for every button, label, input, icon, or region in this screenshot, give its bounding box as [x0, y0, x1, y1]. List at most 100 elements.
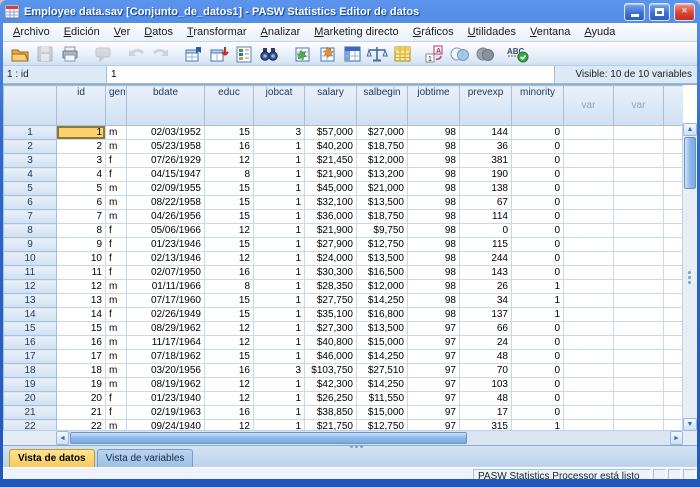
cell[interactable]: 1: [254, 224, 305, 238]
cell[interactable]: 0: [512, 392, 564, 406]
cell[interactable]: $21,900: [305, 168, 357, 182]
cell[interactable]: m: [106, 294, 127, 308]
toolbar-open-data-button[interactable]: [7, 43, 32, 64]
menu-marketing-directo[interactable]: Marketing directo: [307, 25, 405, 39]
cell[interactable]: 01/23/1940: [127, 392, 205, 406]
cell[interactable]: m: [106, 364, 127, 378]
cell[interactable]: $24,000: [305, 252, 357, 266]
cell[interactable]: $15,000: [357, 336, 408, 350]
cell[interactable]: 0: [512, 210, 564, 224]
row-header[interactable]: 8: [4, 224, 57, 238]
minimize-button[interactable]: [624, 3, 645, 21]
cell[interactable]: 0: [512, 196, 564, 210]
cell[interactable]: $13,200: [357, 168, 408, 182]
toolbar-find-button[interactable]: [256, 43, 281, 64]
cell[interactable]: 9: [57, 238, 106, 252]
cell[interactable]: 04/15/1947: [127, 168, 205, 182]
cell-empty-var[interactable]: [564, 336, 614, 350]
cell-empty-var[interactable]: [614, 322, 664, 336]
cell[interactable]: 97: [408, 322, 460, 336]
cell[interactable]: 16: [205, 266, 254, 280]
cell[interactable]: m: [106, 196, 127, 210]
cell[interactable]: f: [106, 266, 127, 280]
menu-analizar[interactable]: Analizar: [254, 25, 308, 39]
cell[interactable]: 07/18/1962: [127, 350, 205, 364]
cell[interactable]: 1: [254, 406, 305, 420]
cell[interactable]: 17: [57, 350, 106, 364]
cell[interactable]: 1: [512, 280, 564, 294]
scroll-down-button[interactable]: ▼: [683, 418, 697, 431]
cell[interactable]: 1: [254, 140, 305, 154]
cell-empty-var[interactable]: [614, 210, 664, 224]
row-header[interactable]: 11: [4, 266, 57, 280]
cell[interactable]: $40,200: [305, 140, 357, 154]
toolbar-value-labels-button[interactable]: 1A: [422, 43, 447, 64]
cell[interactable]: $27,900: [305, 238, 357, 252]
cell[interactable]: f: [106, 238, 127, 252]
cell[interactable]: $45,000: [305, 182, 357, 196]
cell[interactable]: 15: [205, 126, 254, 140]
cell[interactable]: 04/26/1956: [127, 210, 205, 224]
cell[interactable]: 97: [408, 378, 460, 392]
cell[interactable]: 12: [205, 154, 254, 168]
toolbar-select-cases-button[interactable]: [389, 43, 414, 64]
cell[interactable]: m: [106, 336, 127, 350]
cell[interactable]: f: [106, 154, 127, 168]
cell[interactable]: $46,000: [305, 350, 357, 364]
cell[interactable]: 0: [512, 238, 564, 252]
cell[interactable]: 1: [254, 350, 305, 364]
cell[interactable]: 98: [408, 168, 460, 182]
cell-empty-var[interactable]: [564, 308, 614, 322]
cell[interactable]: 03/20/1956: [127, 364, 205, 378]
cell-empty-var[interactable]: [564, 364, 614, 378]
column-header-id[interactable]: id: [57, 86, 106, 126]
menu-archivo[interactable]: Archivo: [6, 25, 57, 39]
cell[interactable]: 16: [205, 364, 254, 378]
cell[interactable]: 15: [205, 294, 254, 308]
cell[interactable]: 0: [512, 378, 564, 392]
cell[interactable]: $27,300: [305, 322, 357, 336]
cell[interactable]: f: [106, 308, 127, 322]
cell[interactable]: m: [106, 140, 127, 154]
cell[interactable]: 98: [408, 182, 460, 196]
cell[interactable]: $27,510: [357, 364, 408, 378]
cell[interactable]: $14,250: [357, 294, 408, 308]
cell-empty-var[interactable]: [564, 406, 614, 420]
cell-empty-var[interactable]: [614, 364, 664, 378]
cell[interactable]: 97: [408, 350, 460, 364]
cell[interactable]: 7: [57, 210, 106, 224]
cell[interactable]: 3: [57, 154, 106, 168]
cell[interactable]: $12,000: [357, 154, 408, 168]
cell[interactable]: $16,500: [357, 266, 408, 280]
cell[interactable]: 26: [460, 280, 512, 294]
cell[interactable]: 12: [205, 224, 254, 238]
column-header-minority[interactable]: minority: [512, 86, 564, 126]
toolbar-goto-case-button[interactable]: [181, 43, 206, 64]
close-button[interactable]: ×: [674, 3, 695, 21]
cell[interactable]: 15: [205, 182, 254, 196]
cell[interactable]: 15: [57, 322, 106, 336]
cell[interactable]: 190: [460, 168, 512, 182]
cell[interactable]: 244: [460, 252, 512, 266]
cell[interactable]: 0: [512, 406, 564, 420]
cell[interactable]: $18,750: [357, 140, 408, 154]
cell[interactable]: $27,750: [305, 294, 357, 308]
tab-vista-de-datos[interactable]: Vista de datos: [9, 449, 95, 467]
cell-empty-var[interactable]: [614, 378, 664, 392]
toolbar-print-button[interactable]: [57, 43, 82, 64]
cell[interactable]: $36,000: [305, 210, 357, 224]
cell[interactable]: 115: [460, 238, 512, 252]
cell[interactable]: 1: [254, 392, 305, 406]
cell[interactable]: $40,800: [305, 336, 357, 350]
cell[interactable]: 1: [254, 154, 305, 168]
cell[interactable]: 0: [512, 252, 564, 266]
cell-empty-var[interactable]: [564, 280, 614, 294]
cell[interactable]: 1: [254, 252, 305, 266]
column-header-salbegin[interactable]: salbegin: [357, 86, 408, 126]
cell[interactable]: 19: [57, 378, 106, 392]
cell[interactable]: $12,750: [357, 238, 408, 252]
cell[interactable]: $21,450: [305, 154, 357, 168]
cell[interactable]: 5: [57, 182, 106, 196]
column-header-jobcat[interactable]: jobcat: [254, 86, 305, 126]
cell[interactable]: 1: [254, 182, 305, 196]
